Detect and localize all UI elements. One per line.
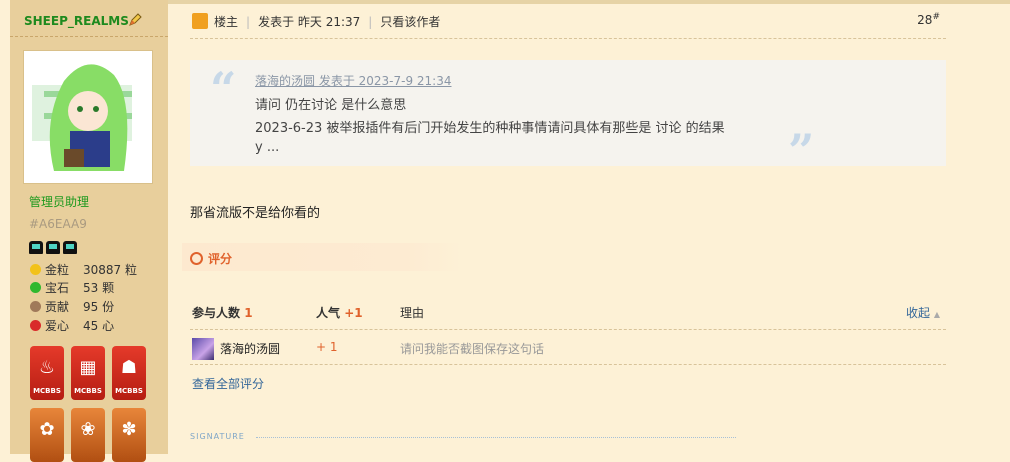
rater-avatar[interactable] [192,338,214,360]
thread-starter-label: 楼主 [214,15,239,29]
post-time: 发表于 昨天 21:37 [258,15,361,29]
post-main: 楼主 | 发表于 昨天 21:37 | 只看该作者 28# “ 落海的汤圆 发表于 20… [168,0,1010,454]
author-name[interactable]: SHEEP_REALMS [24,14,129,28]
rating-divider [190,364,946,365]
quote-line: y ... [255,140,280,155]
rating-reason: 请问我能否截图保存这句话 [400,342,545,356]
view-all-ratings-link[interactable]: 查看全部评分 [192,375,264,392]
user-id: #A6EAA9 [29,217,87,231]
user-role[interactable]: 管理员助理 [29,193,89,210]
medal-windows[interactable]: ▦ MCBBS [71,346,105,400]
android-icon: ☗ [120,357,138,378]
signature-divider [256,437,736,438]
level-icons [29,239,80,254]
rater-name[interactable]: 落海的汤圆 [220,340,280,357]
avatar[interactable] [23,50,153,184]
rating-table-header: 参与人数 1 人气 +1 理由 收起 ▲ [190,304,946,320]
quote-line: 2023-6-23 被举报插件有后门开始发生的种种事情请问具体有那些是 讨论 的… [255,121,725,136]
quote-source-link[interactable]: 落海的汤圆 发表于 2023-7-9 21:34 [255,72,452,89]
windows-icon: ▦ [79,357,97,378]
header-divider [190,38,946,39]
plant-icon: ✿ [39,419,55,440]
signature-label: SIGNATURE [190,432,245,441]
quote-open-icon: “ [210,62,237,116]
sidebar-divider [10,36,168,37]
rate-button[interactable]: 评分 [190,250,232,267]
gem-icon [30,282,41,293]
rating-score: + 1 [316,340,338,354]
post-body: 那省流版不是给你看的 [190,206,321,221]
separator: | [368,15,373,29]
quote-block: “ 落海的汤圆 发表于 2023-7-9 21:34 请问 仍在讨论 是什么意思… [190,60,946,178]
separator: | [246,15,251,29]
pencil-icon [129,13,142,26]
rate-icon [190,252,203,265]
level-icon [46,241,60,254]
post-top-border [168,0,1010,4]
medal-android[interactable]: ☗ MCBBS [112,346,146,400]
level-icon [63,241,77,254]
quote-line: 请问 仍在讨论 是什么意思 [255,98,407,113]
chevron-up-icon: ▲ [933,310,940,319]
popularity-header: 人气 +1 [316,306,363,320]
stat-love: 爱心 45 心 [30,318,114,334]
stat-gem: 宝石 53 颗 [30,280,114,296]
gold-icon [30,264,41,275]
redstone-icon: ✽ [121,419,137,440]
medal-java[interactable]: ♨ MCBBS [30,346,64,400]
participants-header: 参与人数 1 [192,306,253,320]
level-icon [29,241,43,254]
reason-header: 理由 [400,306,425,320]
rating-divider [190,329,946,330]
quote-close-icon: ” [788,124,815,178]
stat-gold: 金粒 30887 粒 [30,262,137,278]
stat-contribution: 贡献 95 份 [30,299,114,315]
only-author-link[interactable]: 只看该作者 [380,15,440,29]
heart-icon [30,320,41,331]
java-icon: ♨ [38,357,56,378]
avatar-image [32,64,132,171]
thread-starter-icon [192,13,208,29]
rating-row: 落海的汤圆 + 1 请问我能否截图保存这句话 [190,336,946,360]
author-sidebar: SHEEP_REALMS 管理员助理 #A6EAA9 金粒 30887 粒 宝石 5… [10,0,168,462]
post-header: 楼主 | 发表于 昨天 21:37 | 只看该作者 [192,12,440,32]
tree-icon: ❀ [80,419,96,440]
floor-number[interactable]: 28# [917,12,940,27]
contribution-icon [30,301,41,312]
collapse-link[interactable]: 收起 ▲ [906,304,940,321]
